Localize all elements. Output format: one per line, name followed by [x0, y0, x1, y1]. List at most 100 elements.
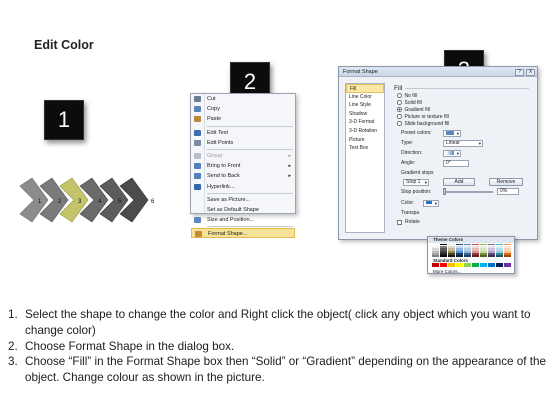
fill-option-label: Solid fill: [404, 100, 422, 106]
type-dropdown[interactable]: Linear: [443, 140, 483, 147]
color-dropdown[interactable]: [423, 200, 439, 207]
menu-item-copy[interactable]: Copy: [191, 104, 295, 114]
instruction-step: 2. Choose Format Shape in the dialog box.: [8, 339, 553, 355]
color-swatch[interactable]: [448, 244, 455, 246]
remove-stop-button[interactable]: Remove: [489, 178, 523, 186]
standard-color-swatch[interactable]: [504, 263, 511, 267]
color-swatch[interactable]: [456, 254, 463, 258]
fill-option-slide-background-fill[interactable]: Slide background fill: [397, 121, 449, 128]
standard-color-swatch[interactable]: [472, 263, 479, 267]
standard-color-swatch[interactable]: [448, 263, 455, 267]
radio-button[interactable]: [397, 114, 402, 119]
copy-icon: [194, 106, 201, 113]
stop-position-thumb[interactable]: [443, 188, 446, 195]
page-title: Edit Color: [34, 38, 94, 52]
theme-colors-title: Theme Colors: [428, 237, 514, 243]
hyperlink-icon: [194, 183, 201, 190]
menu-item-hyperlink[interactable]: Hyperlink...: [191, 182, 295, 192]
preset-colors-label: Preset colors:: [401, 130, 432, 136]
color-swatch[interactable]: [472, 244, 479, 246]
nav-shadow[interactable]: Shadow: [346, 110, 384, 119]
stop-position-input[interactable]: 0%: [497, 188, 519, 195]
more-colors-link[interactable]: More Colors...: [433, 269, 461, 274]
menu-item-send-to-back[interactable]: Send to Back ▸: [191, 171, 295, 181]
color-swatch[interactable]: [432, 244, 439, 246]
color-swatch[interactable]: [504, 254, 511, 258]
radio-button[interactable]: [397, 93, 402, 98]
menu-separator: [207, 226, 293, 228]
direction-label: Direction:: [401, 150, 423, 156]
help-button[interactable]: ?: [515, 68, 524, 76]
nav-text-box[interactable]: Text Box: [346, 144, 384, 153]
stop-position-slider[interactable]: [443, 191, 493, 193]
menu-item-label: Paste: [207, 116, 222, 123]
standard-color-swatch[interactable]: [480, 263, 487, 267]
menu-item-save-as-picture[interactable]: Save as Picture...: [191, 195, 295, 205]
menu-item-group[interactable]: Group ▸: [191, 151, 295, 161]
menu-item-edit-points[interactable]: Edit Points: [191, 138, 295, 148]
menu-item-label: Bring to Front: [207, 163, 241, 170]
color-swatch[interactable]: [496, 244, 503, 246]
menu-separator: [207, 148, 293, 150]
menu-item-bring-to-front[interactable]: Bring to Front ▸: [191, 161, 295, 171]
add-stop-button[interactable]: Add: [443, 178, 475, 186]
color-swatch[interactable]: [456, 244, 463, 246]
nav-3-d-rotation[interactable]: 3-D Rotation: [346, 127, 384, 136]
standard-color-swatch[interactable]: [432, 263, 439, 267]
menu-item-format-shape[interactable]: Format Shape...: [191, 228, 295, 239]
fill-option-solid-fill[interactable]: Solid fill: [397, 100, 422, 107]
standard-color-swatch[interactable]: [456, 263, 463, 267]
chevron-diagram[interactable]: 1 2 3 4 5 6: [18, 176, 158, 232]
color-swatch[interactable]: [496, 254, 503, 258]
nav-line-style[interactable]: Line Style: [346, 101, 384, 110]
nav-line-color[interactable]: Line Color: [346, 93, 384, 102]
menu-item-edit-text[interactable]: Edit Text: [191, 128, 295, 138]
instruction-steps: 1. Select the shape to change the color a…: [8, 307, 553, 386]
nav-fill[interactable]: Fill: [346, 84, 384, 93]
rotate-checkbox[interactable]: [397, 220, 402, 225]
fill-panel: Fill No fill Solid fill Gradient fill Pictu…: [391, 83, 533, 233]
instruction-step: 1. Select the shape to change the color a…: [8, 307, 553, 339]
color-swatch[interactable]: [488, 244, 495, 246]
close-button[interactable]: X: [526, 68, 535, 76]
color-swatch[interactable]: [480, 244, 487, 246]
angle-input[interactable]: 0°: [443, 160, 469, 167]
dialog-titlebar: Format Shape ? X: [339, 67, 537, 77]
bring-to-front-icon: [194, 163, 201, 170]
nav-3-d-format[interactable]: 3-D Format: [346, 118, 384, 127]
fill-option-picture-or-texture-fill[interactable]: Picture or texture fill: [397, 114, 449, 121]
menu-item-label: Edit Text: [207, 129, 228, 136]
standard-color-swatch[interactable]: [440, 263, 447, 267]
color-swatch[interactable]: [440, 254, 447, 258]
menu-item-label: Edit Points: [207, 139, 234, 146]
standard-color-swatch[interactable]: [464, 263, 471, 267]
fill-option-no-fill[interactable]: No fill: [397, 93, 417, 100]
color-swatch[interactable]: [480, 254, 487, 258]
preset-swatch: [446, 131, 454, 135]
stop-dropdown[interactable]: Stop 1: [403, 179, 429, 186]
menu-item-set-as-default-shape[interactable]: Set as Default Shape: [191, 205, 295, 215]
fill-option-gradient-fill[interactable]: Gradient fill: [397, 107, 430, 114]
color-swatch[interactable]: [504, 244, 511, 246]
color-swatch[interactable]: [432, 254, 439, 258]
color-swatch[interactable]: [464, 244, 471, 246]
transparency-label: Transpa: [401, 210, 420, 216]
direction-dropdown[interactable]: [443, 150, 461, 157]
menu-item-label: Format Shape...: [208, 231, 248, 238]
direction-swatch: [446, 151, 454, 155]
menu-item-paste[interactable]: Paste: [191, 114, 295, 124]
color-swatch[interactable]: [440, 244, 447, 246]
color-swatch[interactable]: [472, 254, 479, 258]
standard-color-swatch[interactable]: [496, 263, 503, 267]
radio-button[interactable]: [397, 121, 402, 126]
menu-item-size-and-position[interactable]: Size and Position...: [191, 215, 295, 225]
menu-item-cut[interactable]: Cut: [191, 94, 295, 104]
color-swatch[interactable]: [448, 254, 455, 258]
radio-button[interactable]: [397, 100, 402, 105]
color-swatch[interactable]: [488, 254, 495, 258]
color-swatch[interactable]: [464, 254, 471, 258]
radio-button[interactable]: [397, 107, 402, 112]
preset-colors-dropdown[interactable]: [443, 130, 461, 137]
standard-color-swatch[interactable]: [488, 263, 495, 267]
nav-picture[interactable]: Picture: [346, 136, 384, 145]
